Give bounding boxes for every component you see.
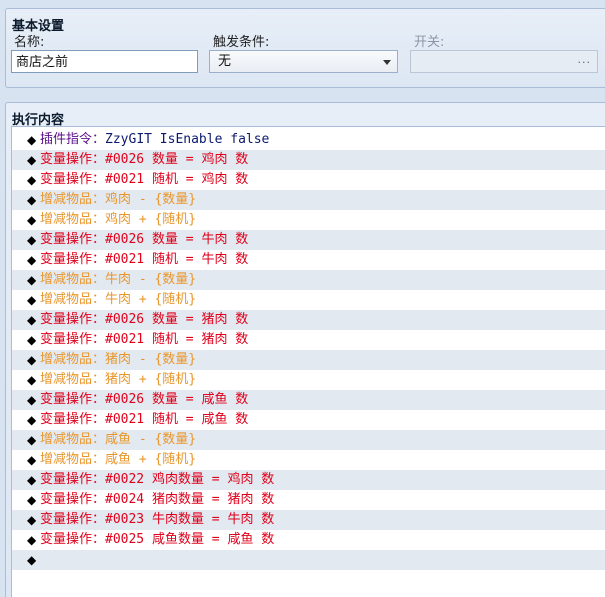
diamond-icon: ◆: [27, 333, 37, 347]
command-text: 变量操作：#0022 鸡肉数量 = 鸡肉 数: [40, 472, 275, 487]
diamond-icon: ◆: [27, 433, 37, 447]
diamond-icon: ◆: [27, 293, 37, 307]
command-text: 增减物品：咸鱼 + {随机}: [40, 452, 197, 467]
diamond-icon: ◆: [27, 133, 37, 147]
command-row[interactable]: ◆ 增减物品：猪肉 - {数量}: [12, 350, 605, 370]
command-row[interactable]: ◆ 变量操作：#0026 数量 = 牛肉 数: [12, 230, 605, 250]
command-text: 变量操作：#0024 猪肉数量 = 猪肉 数: [40, 492, 275, 507]
command-text: 变量操作：#0025 咸鱼数量 = 咸鱼 数: [40, 532, 275, 547]
diamond-icon: ◆: [27, 193, 37, 207]
command-row[interactable]: ◆ 变量操作：#0026 数量 = 鸡肉 数: [12, 150, 605, 170]
diamond-icon: ◆: [27, 253, 37, 267]
name-input[interactable]: 商店之前: [11, 50, 198, 73]
command-row[interactable]: ◆ 增减物品：咸鱼 + {随机}: [12, 450, 605, 470]
diamond-icon: ◆: [27, 153, 37, 167]
command-row[interactable]: ◆ 增减物品：鸡肉 - {数量}: [12, 190, 605, 210]
switch-browse-button: ...: [577, 53, 591, 66]
command-text: 变量操作：#0026 数量 = 猪肉 数: [40, 312, 249, 327]
command-text: 增减物品：牛肉 + {随机}: [40, 292, 197, 307]
diamond-icon: ◆: [27, 453, 37, 467]
diamond-icon: ◆: [27, 553, 37, 567]
command-row[interactable]: ◆ 变量操作：#0025 咸鱼数量 = 咸鱼 数: [12, 530, 605, 550]
command-row[interactable]: ◆ 变量操作：#0022 鸡肉数量 = 鸡肉 数: [12, 470, 605, 490]
command-text: 变量操作：#0026 数量 = 咸鱼 数: [40, 392, 249, 407]
command-row[interactable]: ◆ 变量操作：#0026 数量 = 猪肉 数: [12, 310, 605, 330]
command-row[interactable]: ◆: [12, 550, 605, 570]
command-text: 增减物品：牛肉 - {数量}: [40, 272, 197, 287]
chevron-down-icon: [383, 60, 391, 65]
event-page-editor: 基本设置 名称: 触发条件: 开关: 商店之前 无 ... 执行内容 ◆ 插件指令…: [0, 0, 605, 597]
command-row[interactable]: ◆ 变量操作：#0026 数量 = 咸鱼 数: [12, 390, 605, 410]
command-row[interactable]: ◆ 变量操作：#0023 牛肉数量 = 牛肉 数: [12, 510, 605, 530]
command-row[interactable]: ◆ 变量操作：#0021 随机 = 鸡肉 数: [12, 170, 605, 190]
trigger-select[interactable]: 无: [209, 50, 398, 73]
diamond-icon: ◆: [27, 353, 37, 367]
command-text: 插件指令：ZzyGIT IsEnable false: [40, 132, 270, 147]
diamond-icon: ◆: [27, 513, 37, 527]
diamond-icon: ◆: [27, 273, 37, 287]
name-label: 名称:: [14, 35, 45, 50]
diamond-icon: ◆: [27, 533, 37, 547]
trigger-select-value: 无: [218, 54, 232, 69]
trigger-label: 触发条件:: [213, 35, 270, 50]
command-text: 变量操作：#0021 随机 = 咸鱼 数: [40, 412, 249, 427]
diamond-icon: ◆: [27, 413, 37, 427]
command-row[interactable]: ◆ 增减物品：鸡肉 + {随机}: [12, 210, 605, 230]
switch-label: 开关:: [414, 35, 445, 50]
command-row[interactable]: ◆ 变量操作：#0024 猪肉数量 = 猪肉 数: [12, 490, 605, 510]
command-row[interactable]: ◆ 增减物品：猪肉 + {随机}: [12, 370, 605, 390]
basic-settings-panel: 基本设置: [5, 8, 605, 88]
command-row[interactable]: ◆ 变量操作：#0021 随机 = 牛肉 数: [12, 250, 605, 270]
command-text: 变量操作：#0021 随机 = 鸡肉 数: [40, 172, 249, 187]
command-text: 增减物品：咸鱼 - {数量}: [40, 432, 197, 447]
command-list[interactable]: ◆ 插件指令：ZzyGIT IsEnable false ◆ 变量操作：#0026 数…: [11, 126, 605, 597]
command-text: 变量操作：#0026 数量 = 鸡肉 数: [40, 152, 249, 167]
diamond-icon: ◆: [27, 473, 37, 487]
command-text: 变量操作：#0023 牛肉数量 = 牛肉 数: [40, 512, 275, 527]
diamond-icon: ◆: [27, 213, 37, 227]
diamond-icon: ◆: [27, 493, 37, 507]
diamond-icon: ◆: [27, 233, 37, 247]
command-row[interactable]: ◆ 变量操作：#0021 随机 = 咸鱼 数: [12, 410, 605, 430]
diamond-icon: ◆: [27, 373, 37, 387]
command-row[interactable]: ◆ 增减物品：牛肉 - {数量}: [12, 270, 605, 290]
switch-field: ...: [410, 50, 598, 73]
command-row[interactable]: ◆ 增减物品：牛肉 + {随机}: [12, 290, 605, 310]
command-row[interactable]: ◆ 增减物品：咸鱼 - {数量}: [12, 430, 605, 450]
diamond-icon: ◆: [27, 393, 37, 407]
command-text: 增减物品：猪肉 - {数量}: [40, 352, 197, 367]
command-text: 增减物品：鸡肉 - {数量}: [40, 192, 197, 207]
command-text: 变量操作：#0021 随机 = 猪肉 数: [40, 332, 249, 347]
command-text: 变量操作：#0026 数量 = 牛肉 数: [40, 232, 249, 247]
command-text: 增减物品：猪肉 + {随机}: [40, 372, 197, 387]
diamond-icon: ◆: [27, 313, 37, 327]
command-text: 变量操作：#0021 随机 = 牛肉 数: [40, 252, 249, 267]
command-text: 增减物品：鸡肉 + {随机}: [40, 212, 197, 227]
diamond-icon: ◆: [27, 173, 37, 187]
command-row[interactable]: ◆ 变量操作：#0021 随机 = 猪肉 数: [12, 330, 605, 350]
command-row[interactable]: ◆ 插件指令：ZzyGIT IsEnable false: [12, 130, 605, 150]
